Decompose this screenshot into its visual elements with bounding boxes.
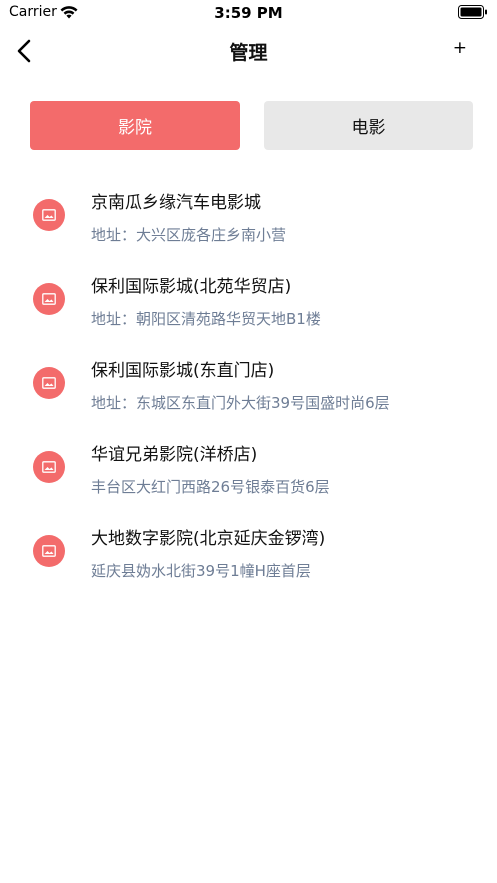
theater-address: 地址：大兴区庞各庄乡南小营 [91, 226, 287, 244]
segment-movie-button[interactable]: 电影 [264, 101, 473, 150]
image-placeholder-icon [33, 451, 65, 483]
list-item[interactable]: 大地数字影院(北京延庆金锣湾) 延庆县妫水北街39号1幢H座首层 [0, 514, 497, 598]
list-item[interactable]: 保利国际影城(北苑华贸店) 地址：朝阳区清苑路华贸天地B1楼 [0, 262, 497, 346]
theater-name: 保利国际影城(北苑华贸店) [91, 277, 292, 297]
page-title: 管理 [229, 42, 268, 64]
list-item[interactable]: 华谊兄弟影院(洋桥店) 丰台区大红门西路26号银泰百货6层 [0, 430, 497, 514]
image-placeholder-icon [33, 535, 65, 567]
theater-name: 保利国际影城(东直门店) [91, 361, 275, 381]
theater-address: 地址：东城区东直门外大街39号国盛时尚6层 [91, 394, 390, 412]
theater-address: 延庆县妫水北街39号1幢H座首层 [91, 562, 311, 580]
theater-list: 京南瓜乡缘汽车电影城 地址：大兴区庞各庄乡南小营 保利国际影城(北苑华贸店) 地… [0, 178, 497, 598]
navigation-bar: 管理 + [0, 26, 497, 76]
status-bar: Carrier 3:59 PM [0, 0, 497, 26]
add-button[interactable]: + [453, 38, 467, 58]
image-placeholder-icon [33, 199, 65, 231]
theater-name: 大地数字影院(北京延庆金锣湾) [91, 529, 326, 549]
image-placeholder-icon [33, 367, 65, 399]
theater-address: 地址：朝阳区清苑路华贸天地B1楼 [91, 310, 321, 328]
image-placeholder-icon [33, 283, 65, 315]
status-time: 3:59 PM [214, 4, 283, 22]
battery-icon [458, 5, 487, 19]
list-item[interactable]: 京南瓜乡缘汽车电影城 地址：大兴区庞各庄乡南小营 [0, 178, 497, 262]
theater-name: 华谊兄弟影院(洋桥店) [91, 445, 258, 465]
theater-name: 京南瓜乡缘汽车电影城 [91, 193, 261, 213]
segment-theater-button[interactable]: 影院 [30, 101, 240, 150]
list-item[interactable]: 保利国际影城(东直门店) 地址：东城区东直门外大街39号国盛时尚6层 [0, 346, 497, 430]
theater-address: 丰台区大红门西路26号银泰百货6层 [91, 478, 330, 496]
